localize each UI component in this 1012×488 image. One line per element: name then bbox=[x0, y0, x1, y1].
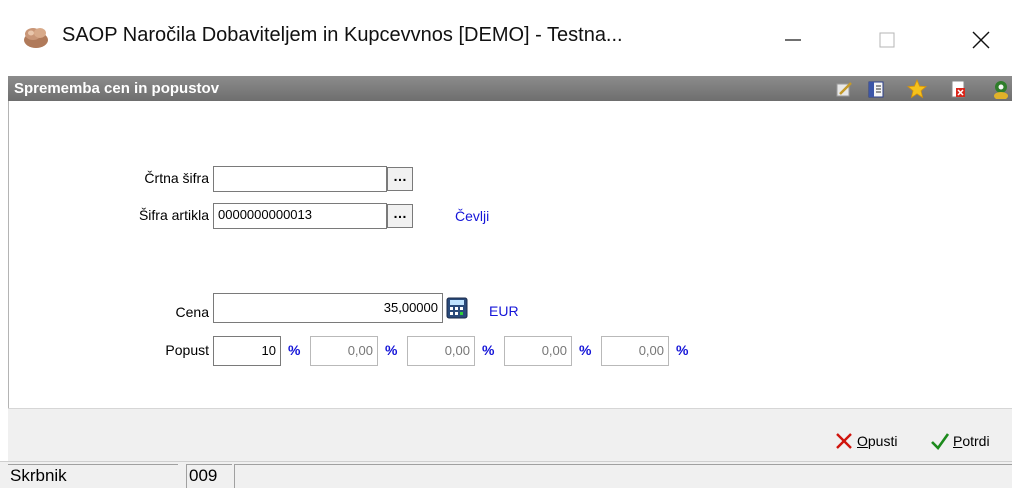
status-code: 009 bbox=[186, 464, 232, 488]
currency-label: EUR bbox=[489, 303, 519, 319]
help-person-icon[interactable] bbox=[990, 79, 1010, 100]
cancel-x-icon bbox=[836, 433, 852, 449]
cancel-label: Opusti bbox=[857, 433, 898, 449]
status-user: Skrbnik bbox=[8, 464, 178, 488]
percent-sign-1: % bbox=[288, 342, 301, 358]
edit-icon[interactable] bbox=[834, 79, 854, 99]
percent-sign-5: % bbox=[676, 342, 689, 358]
form-area: Črtna šifra … Šifra artikla 000000000001… bbox=[8, 101, 1012, 408]
maximize-icon bbox=[879, 32, 895, 48]
percent-sign-4: % bbox=[579, 342, 592, 358]
calculator-icon[interactable] bbox=[446, 297, 468, 319]
discount-input-4[interactable]: 0,00 bbox=[504, 336, 572, 366]
article-code-label: Šifra artikla bbox=[138, 207, 209, 223]
price-label: Cena bbox=[175, 304, 209, 320]
article-name: Čevlji bbox=[455, 208, 490, 224]
barcode-input[interactable] bbox=[213, 166, 387, 192]
saop-app-icon[interactable] bbox=[22, 24, 50, 50]
action-bar: Opusti Potrdi bbox=[8, 408, 1012, 462]
list-icon[interactable] bbox=[866, 79, 886, 99]
confirm-button[interactable]: Potrdi bbox=[930, 429, 990, 453]
article-code-input[interactable]: 0000000000013 bbox=[213, 203, 387, 229]
form-header: Sprememba cen in popustov bbox=[8, 76, 1012, 101]
maximize-button[interactable] bbox=[857, 20, 917, 60]
window-title-bar[interactable]: SAOP Naročila Dobaviteljem in Kupcevvnos… bbox=[0, 0, 1012, 76]
discount-input-3[interactable]: 0,00 bbox=[407, 336, 475, 366]
close-document-icon[interactable] bbox=[948, 79, 968, 99]
discount-input-2[interactable]: 0,00 bbox=[310, 336, 378, 366]
close-window-button[interactable] bbox=[951, 20, 1011, 60]
price-input[interactable]: 35,00000 bbox=[213, 293, 443, 323]
close-icon bbox=[972, 31, 990, 49]
discount-input-1[interactable]: 10 bbox=[213, 336, 281, 366]
minimize-icon bbox=[785, 39, 801, 41]
favorite-star-icon[interactable] bbox=[906, 78, 928, 99]
checkmark-icon bbox=[931, 433, 950, 451]
percent-sign-3: % bbox=[482, 342, 495, 358]
barcode-browse-button[interactable]: … bbox=[387, 167, 413, 191]
confirm-label: Potrdi bbox=[953, 433, 990, 449]
discount-input-5[interactable]: 0,00 bbox=[601, 336, 669, 366]
percent-sign-2: % bbox=[385, 342, 398, 358]
window-title: SAOP Naročila Dobaviteljem in Kupcevvnos… bbox=[62, 24, 623, 46]
form-title: Sprememba cen in popustov bbox=[14, 80, 220, 97]
cancel-button[interactable]: Opusti bbox=[834, 429, 897, 453]
barcode-label: Črtna šifra bbox=[144, 170, 209, 186]
status-message bbox=[234, 464, 1012, 488]
discount-label: Popust bbox=[165, 342, 209, 358]
article-browse-button[interactable]: … bbox=[387, 204, 413, 228]
status-bar: Skrbnik 009 bbox=[0, 461, 1012, 488]
minimize-button[interactable] bbox=[763, 20, 823, 60]
